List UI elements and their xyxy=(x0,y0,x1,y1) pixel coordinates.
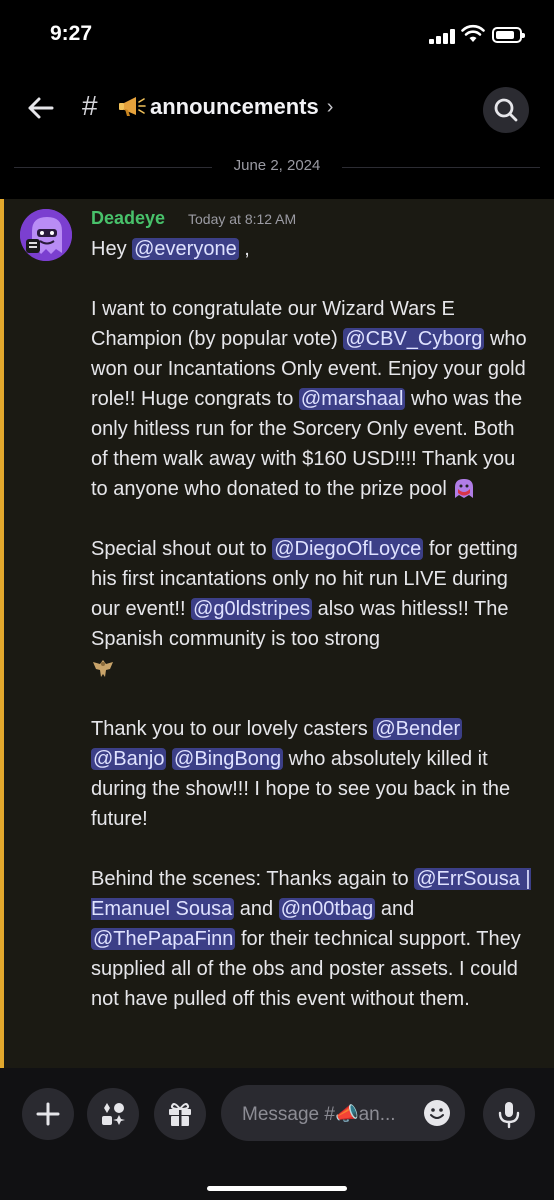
text-span: Hey xyxy=(91,238,133,260)
mention-everyone[interactable]: @everyone xyxy=(132,238,239,260)
avatar[interactable] xyxy=(20,209,72,261)
composer-bar: Message #📣an... xyxy=(0,1068,554,1200)
text-span: Behind the scenes: Thanks again to xyxy=(91,868,415,890)
divider-date: June 2, 2024 xyxy=(233,157,321,174)
search-icon xyxy=(494,98,518,122)
divider-line xyxy=(342,167,540,168)
cellular-signal-icon xyxy=(429,28,455,44)
channel-label: announcements xyxy=(150,94,319,119)
text-span: and xyxy=(234,898,279,920)
home-indicator xyxy=(207,1186,347,1191)
mention-user[interactable]: @DiegoOfLoyce xyxy=(272,538,424,560)
mention-user[interactable]: @BingBong xyxy=(172,748,284,770)
date-divider: June 2, 2024 xyxy=(0,157,554,174)
emoji-icon[interactable] xyxy=(423,1099,451,1127)
author-name[interactable]: Deadeye xyxy=(91,208,165,229)
message-paragraph: Behind the scenes: Thanks again to @ErrS… xyxy=(91,864,531,1014)
plus-icon xyxy=(36,1102,60,1126)
text-span: Special shout out to xyxy=(91,538,273,560)
voice-button[interactable] xyxy=(483,1088,535,1140)
apps-button[interactable] xyxy=(87,1088,139,1140)
chevron-right-icon: › xyxy=(326,95,334,118)
wifi-icon xyxy=(461,24,485,42)
search-button[interactable] xyxy=(483,87,529,133)
ghost-avatar-icon xyxy=(20,209,72,261)
ghost-emoji-icon xyxy=(455,479,474,498)
add-button[interactable] xyxy=(22,1088,74,1140)
eagle-emoji-icon xyxy=(93,660,113,677)
text-span: and xyxy=(375,898,415,920)
megaphone-icon xyxy=(119,97,146,116)
message-placeholder: Message #📣an... xyxy=(242,1104,396,1125)
status-bar: 9:27 xyxy=(0,0,554,70)
gift-button[interactable] xyxy=(154,1088,206,1140)
message-body: Hey @everyone , I want to congratulate o… xyxy=(91,234,531,1014)
gift-icon xyxy=(169,1103,191,1126)
battery-icon xyxy=(492,27,525,43)
apps-icon xyxy=(102,1103,125,1125)
message-input[interactable]: Message #📣an... xyxy=(221,1085,465,1141)
mention-user[interactable]: @n00tbag xyxy=(278,898,376,920)
mention-user[interactable]: @ThePapaFinn xyxy=(91,928,236,950)
text-span: , xyxy=(238,238,250,260)
highlight-bar xyxy=(0,199,4,1069)
mention-user[interactable]: @g0ldstripes xyxy=(191,598,313,620)
message-paragraph: I want to congratulate our Wizard Wars E… xyxy=(91,294,531,504)
message-paragraph: Hey @everyone , xyxy=(91,234,531,264)
channel-name[interactable]: announcements › xyxy=(118,94,333,120)
message-paragraph: Thank you to our lovely casters @Bender … xyxy=(91,714,531,834)
clock: 9:27 xyxy=(50,22,93,45)
message-paragraph: Special shout out to @DiegoOfLoyce for g… xyxy=(91,534,531,684)
back-arrow-icon[interactable] xyxy=(24,92,56,124)
mention-user[interactable]: @Banjo xyxy=(91,748,167,770)
microphone-icon xyxy=(498,1102,520,1129)
text-span: Thank you to our lovely casters xyxy=(91,718,374,740)
mention-user[interactable]: @marshaal xyxy=(298,388,406,410)
mention-user[interactable]: @Bender xyxy=(373,718,463,740)
message-timestamp: Today at 8:12 AM xyxy=(188,211,297,227)
mention-user[interactable]: @CBV_Cyborg xyxy=(343,328,485,350)
channel-hash-icon: # xyxy=(82,90,98,121)
channel-header: # announcements › xyxy=(0,72,554,144)
